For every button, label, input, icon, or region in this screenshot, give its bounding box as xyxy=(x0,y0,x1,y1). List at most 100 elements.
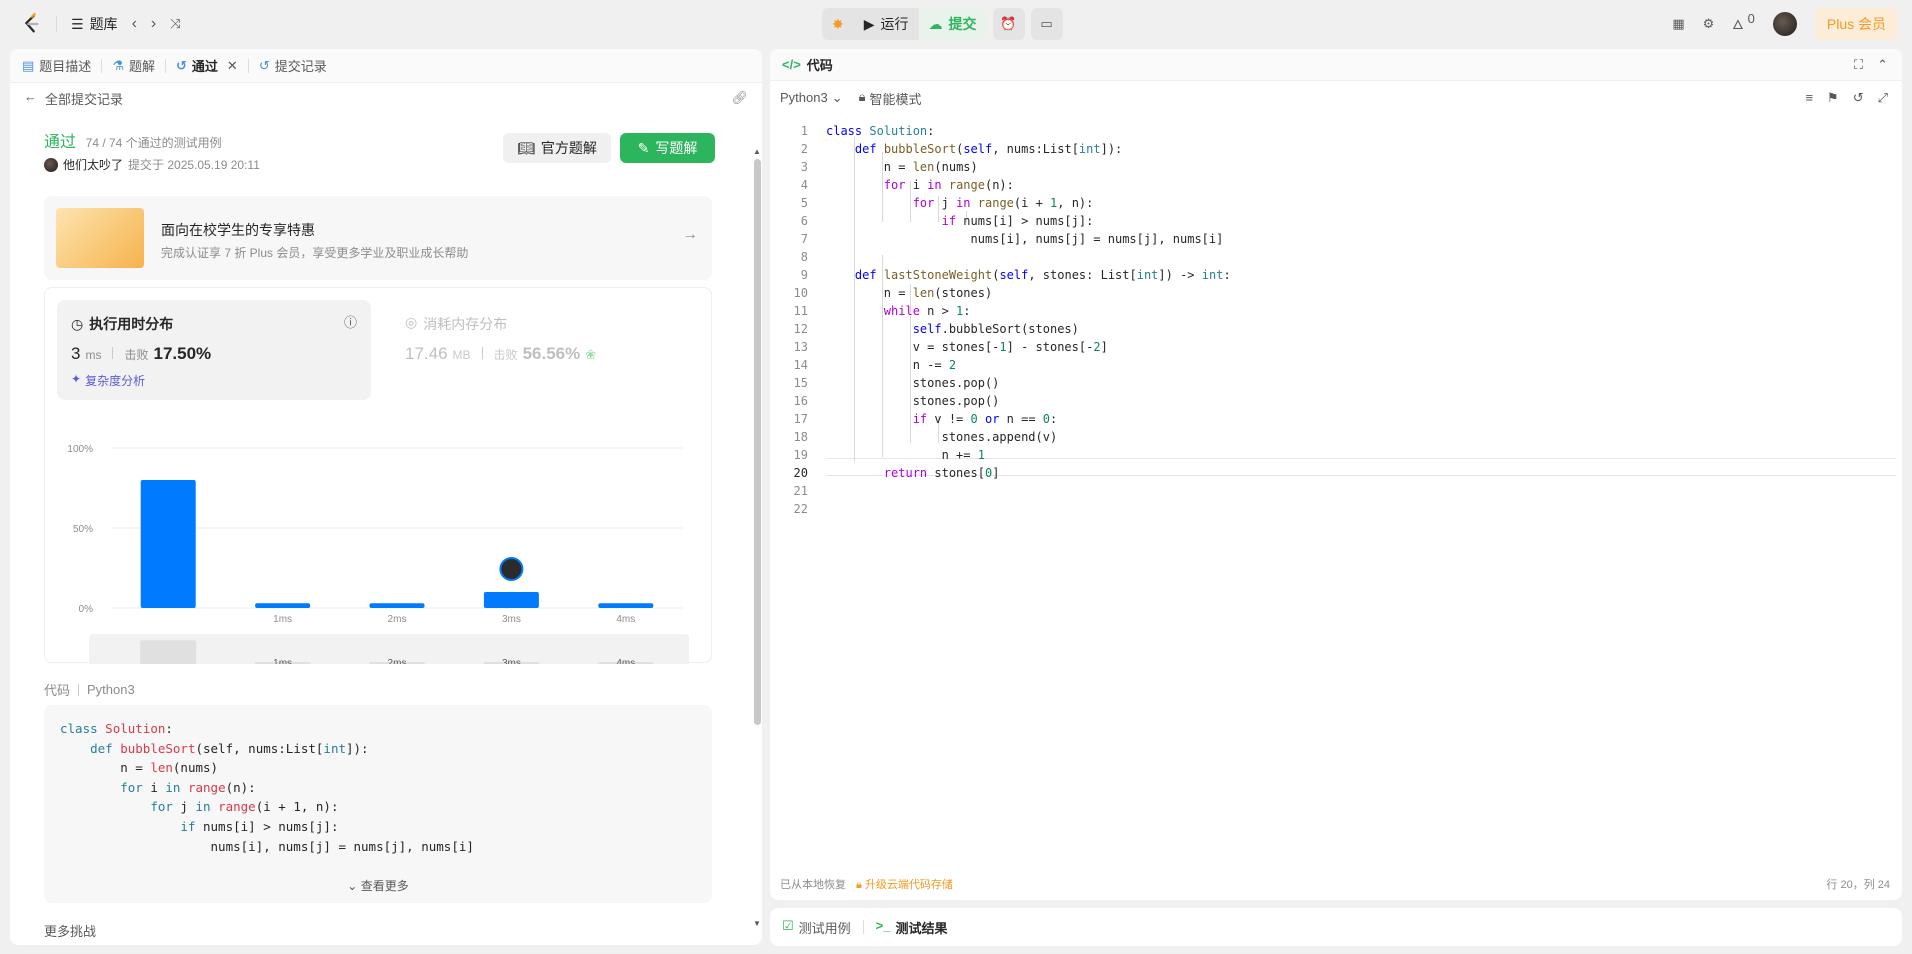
plus-member-button[interactable]: Plus 会员 xyxy=(1814,8,1898,40)
fire-count: 0 xyxy=(1747,11,1755,26)
expand-icon[interactable]: ⤢ xyxy=(1878,90,1888,106)
code-line[interactable]: 10 n = len(stones) xyxy=(770,284,1900,302)
code-line[interactable]: 19 n += 1 xyxy=(770,446,1900,464)
code-line[interactable]: 1 class Solution: xyxy=(770,122,1900,140)
reset-icon[interactable]: ↺ xyxy=(1853,90,1864,106)
official-solution-button[interactable]: 📖︎ 官方题解 xyxy=(503,133,611,163)
code-line[interactable]: 18 stones.append(v) xyxy=(770,428,1900,446)
language-select[interactable]: Python3 ⌄ xyxy=(780,90,843,106)
code-line[interactable]: 14 n -= 2 xyxy=(770,356,1900,374)
note-button[interactable]: ▭ xyxy=(1030,8,1063,40)
problem-bank-button[interactable]: ☰ 题库 xyxy=(71,14,118,34)
x-tick-label: 2ms xyxy=(388,614,407,625)
code-line[interactable]: 8 xyxy=(770,248,1900,266)
submit-button[interactable]: ☁ 提交 xyxy=(918,8,987,40)
editor-footer: 已从本地恢复 🔒︎ 升级云端代码存储 xyxy=(780,876,953,892)
chart-bar[interactable] xyxy=(598,603,654,608)
student-promo-banner[interactable]: 面向在校学生的专享特惠 完成认证享 7 折 Plus 会员，享受更多学业及职业成… xyxy=(44,196,712,280)
run-label: 运行 xyxy=(880,16,909,32)
collapse-icon[interactable]: ⌃ xyxy=(1877,57,1888,73)
code-text: n += 1 xyxy=(826,448,985,462)
code-line[interactable]: 3 n = len(nums) xyxy=(770,158,1900,176)
close-icon[interactable]: ✕ xyxy=(227,58,238,74)
run-button[interactable]: ▶ 运行 xyxy=(854,8,919,40)
code-line[interactable]: 17 if v != 0 or n == 0: xyxy=(770,410,1900,428)
streak-fire-button[interactable]: 🜂 0 xyxy=(1732,11,1755,37)
tab-accepted[interactable]: ↺ 通过 ✕ xyxy=(176,56,238,75)
chevron-double-down-icon: ⌄ xyxy=(347,879,358,893)
code-editor[interactable]: 1 class Solution: 2 def bubbleSort(self, n… xyxy=(770,116,1902,856)
format-icon[interactable]: ≡ xyxy=(1805,90,1813,106)
line-number: 18 xyxy=(793,430,808,444)
line-number: 10 xyxy=(793,286,808,300)
code-line[interactable]: 20 return stones[0] xyxy=(770,464,1900,482)
runtime-value: 3 xyxy=(71,344,81,363)
prev-problem-icon[interactable]: ‹ xyxy=(132,15,137,33)
divider xyxy=(164,58,166,73)
code-line[interactable]: 9 def lastStoneWeight(self, stones: List… xyxy=(770,266,1900,284)
code-line[interactable]: 15 stones.pop() xyxy=(770,374,1900,392)
code-line[interactable]: 16 stones.pop() xyxy=(770,392,1900,410)
scroll-up-icon[interactable]: ▲ xyxy=(753,147,761,156)
complexity-analysis-link[interactable]: ✦ 复杂度分析 xyxy=(71,372,145,389)
share-link-icon[interactable]: 🔗︎ xyxy=(731,90,748,106)
debug-button[interactable]: ✸ xyxy=(822,8,854,40)
tab-test-result[interactable]: >_ 测试结果 xyxy=(876,918,948,937)
avatar[interactable] xyxy=(44,157,58,172)
code-line[interactable]: 22 xyxy=(770,500,1900,518)
submitted-code-preview: class Solution: def bubbleSort(self, num… xyxy=(44,705,712,903)
line-number: 14 xyxy=(793,358,808,372)
upgrade-storage-link[interactable]: 🔒︎ 升级云端代码存储 xyxy=(856,876,953,892)
tab-testcase[interactable]: ☑ 测试用例 xyxy=(782,918,851,937)
next-problem-icon[interactable]: › xyxy=(151,15,156,33)
memory-card[interactable]: ◎ 消耗内存分布 17.46 MB 击败 56.56% ❀ xyxy=(391,300,691,400)
layout-icon[interactable]: ▦ xyxy=(1672,16,1684,32)
settings-gear-icon[interactable]: ⚙ xyxy=(1703,16,1715,32)
code-line[interactable]: 11 while n > 1: xyxy=(770,302,1900,320)
code-line[interactable]: 13 v = stones[-1] - stones[-2] xyxy=(770,338,1900,356)
divider xyxy=(56,16,57,32)
line-number: 17 xyxy=(793,412,808,426)
scroll-down-icon[interactable]: ▼ xyxy=(753,919,761,928)
tab-submissions[interactable]: ↺ 提交记录 xyxy=(259,56,327,75)
write-solution-button[interactable]: ✎ 写题解 xyxy=(620,133,715,163)
code-text: if nums[i] > nums[j]: xyxy=(941,214,1094,228)
see-more-button[interactable]: ⌄ 查看更多 xyxy=(44,877,712,894)
scrollbar-thumb[interactable] xyxy=(754,159,761,725)
code-line[interactable]: 21 xyxy=(770,482,1900,500)
memory-unit: MB xyxy=(452,348,471,362)
chart-bar[interactable] xyxy=(483,592,539,608)
user-avatar[interactable] xyxy=(1772,12,1797,36)
maximize-icon[interactable]: ⛶ xyxy=(1854,57,1863,73)
submit-label: 提交 xyxy=(948,16,977,32)
bookmark-icon[interactable]: ⚑ xyxy=(1827,90,1839,106)
code-line[interactable]: 4 for i in range(n): xyxy=(770,176,1900,194)
back-to-all-submissions[interactable]: ← 全部提交记录 xyxy=(24,89,123,108)
runtime-distribution-chart[interactable]: 0% 50% 100% 1ms 2ms 3ms 4ms 1ms 2ms 3ms 4ms xyxy=(45,408,713,664)
code-line[interactable]: 6 if nums[i] > nums[j]: xyxy=(770,212,1900,230)
code-text: for i in range(n): xyxy=(883,178,1014,192)
memory-value: 17.46 xyxy=(405,344,448,363)
play-icon: ▶ xyxy=(863,15,875,32)
scrollbar[interactable]: ▲ ▼ xyxy=(752,121,762,941)
smart-mode-toggle[interactable]: 🔒︎ 智能模式 xyxy=(859,89,922,108)
y-tick-label: 0% xyxy=(79,604,94,615)
code-line[interactable]: 12 self.bubbleSort(stones) xyxy=(770,320,1900,338)
tab-solutions[interactable]: ⚗ 题解 xyxy=(112,56,155,75)
tab-label: 提交记录 xyxy=(274,59,327,74)
chart-bar[interactable] xyxy=(140,480,196,608)
leetcode-logo-icon[interactable] xyxy=(20,12,42,36)
info-icon[interactable]: ⓘ xyxy=(344,312,357,331)
y-tick-label: 100% xyxy=(67,444,93,455)
chart-bar[interactable] xyxy=(255,603,311,608)
code-line[interactable]: 5 for j in range(i + 1, n): xyxy=(770,194,1900,212)
runtime-card[interactable]: ◷ 执行用时分布 ⓘ 3 ms 击败 17.50% ✦ 复杂度分析 xyxy=(57,300,371,400)
line-number: 20 xyxy=(793,466,808,480)
author-name[interactable]: 他们太吵了 xyxy=(63,156,123,173)
code-line[interactable]: 7 nums[i], nums[j] = nums[j], nums[i] xyxy=(770,230,1900,248)
shuffle-icon[interactable]: ⤨ xyxy=(170,16,180,32)
tab-description[interactable]: ▤ 题目描述 xyxy=(22,56,91,75)
code-line[interactable]: 2 def bubbleSort(self, nums:List[int]): xyxy=(770,140,1900,158)
chart-bar[interactable] xyxy=(369,603,425,608)
alarm-button[interactable]: ⏰ xyxy=(992,8,1025,40)
